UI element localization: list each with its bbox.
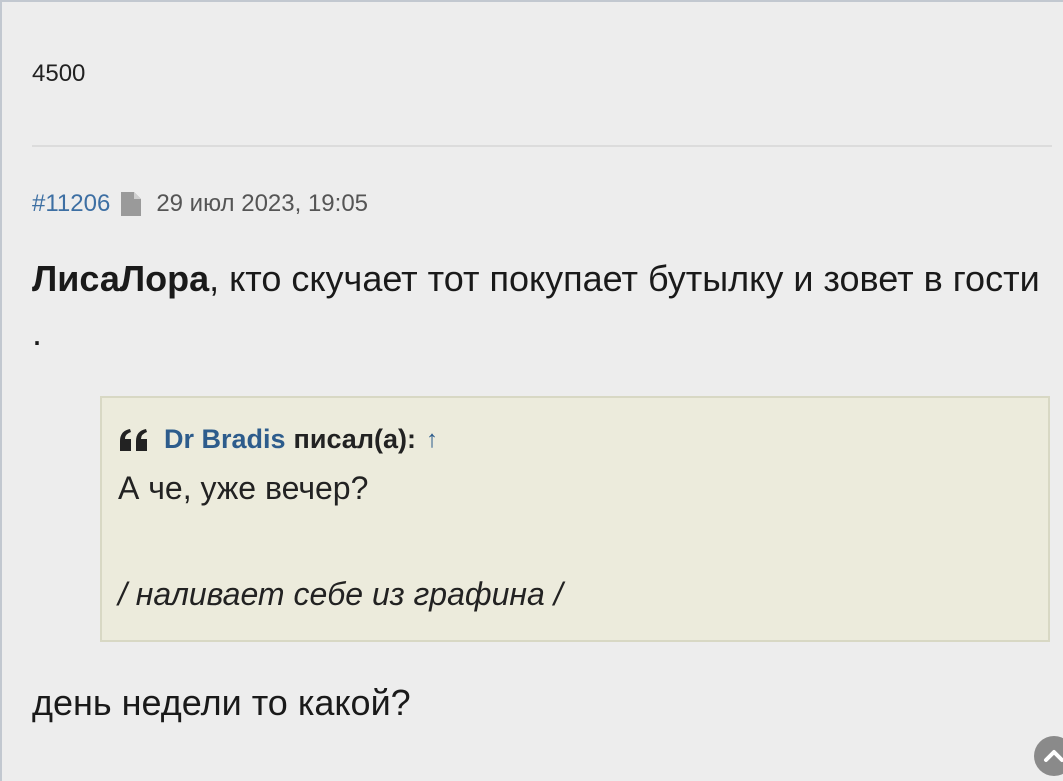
quote-text-line: А че, уже вечер? [118,470,369,506]
quote-author-link[interactable]: Dr Bradis [164,424,286,455]
post-date: 29 июл 2023, 19:05 [156,190,369,217]
quote-icon [120,428,147,451]
quote-wrote-label: писал(а): [293,424,416,454]
post-divider [32,145,1052,147]
chevron-up-icon [1044,750,1063,762]
file-icon[interactable] [120,191,142,217]
quote-italic-line: / наливает себе из графина / [118,576,563,612]
quote-source-arrow[interactable]: ↑ [426,426,438,454]
post-tail-text: день недели то какой? [32,682,411,723]
post-meta: #11206 29 июл 2023, 19:05 [32,190,368,218]
post-number-link[interactable]: #11206 [32,190,110,218]
mentioned-user[interactable]: ЛисаЛора [32,258,209,299]
previous-post-text: 4500 [32,60,86,87]
quote-block: Dr Bradis писал(а): ↑ А че, уже вечер? /… [100,396,1050,642]
quote-header: Dr Bradis писал(а): ↑ [118,424,438,455]
post-container: 4500 #11206 29 июл 2023, 19:05 ЛисаЛора,… [0,0,1063,781]
post-body: ЛисаЛора, кто скучает тот покупает бутыл… [32,252,1042,360]
